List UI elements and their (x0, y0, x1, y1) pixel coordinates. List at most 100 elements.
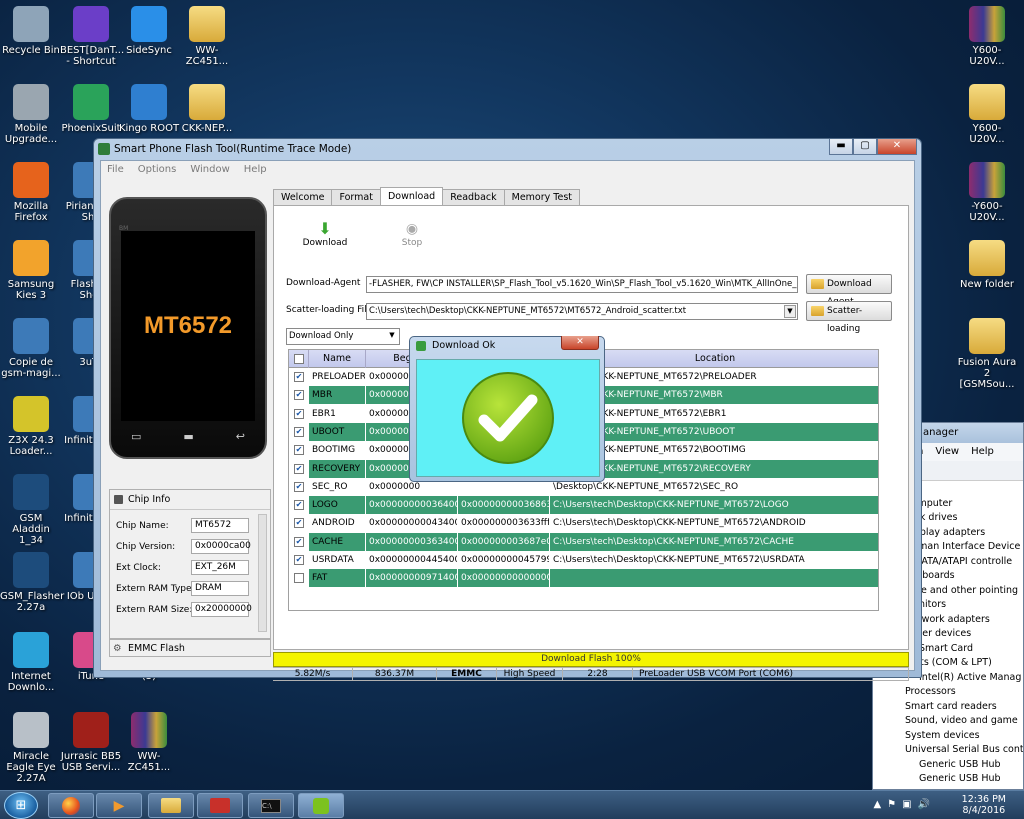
desktop-icon[interactable]: BEST[DanT... - Shortcut (60, 6, 124, 67)
table-row[interactable]: ✔ ANDROID0x00000000043400000x000000003633… (289, 514, 878, 533)
row-checkbox-cell[interactable]: ✔ (289, 404, 309, 423)
device-tree-item[interactable]: Processors (891, 685, 1023, 700)
table-row[interactable]: ✔ LOGO0x00000000036400000x000000000368639… (289, 496, 878, 515)
checkbox[interactable]: ✔ (294, 481, 304, 492)
download-agent-field[interactable]: -FLASHER, FW\CP INSTALLER\SP_Flash_Tool_… (366, 276, 798, 293)
tab-memory-test[interactable]: Memory Test (503, 189, 581, 205)
checkbox[interactable]: ✔ (294, 463, 304, 474)
checkbox[interactable]: ✔ (294, 390, 304, 401)
row-checkbox-cell[interactable]: ✔ (289, 368, 309, 386)
desktop-icon[interactable]: GSM_Flasher 2.27a (0, 552, 64, 613)
maximize-button[interactable]: ▢ (853, 139, 877, 155)
system-clock[interactable]: 12:36 PM 8/4/2016 (962, 794, 1006, 816)
dm-menu-item[interactable]: Help (971, 443, 994, 461)
desktop-icon[interactable]: Mozilla Firefox (0, 162, 62, 223)
checkbox[interactable]: ✔ (294, 372, 304, 382)
desktop-icon[interactable]: -Y600-U20V... (956, 162, 1018, 223)
desktop-icon[interactable]: Kingo ROOT (118, 84, 180, 134)
desktop-icon[interactable]: Y600-U20V... (956, 84, 1018, 145)
tab-format[interactable]: Format (331, 189, 381, 205)
checkbox[interactable]: ✔ (294, 500, 304, 511)
desktop-icon[interactable]: WW-ZC451... (176, 6, 238, 67)
desktop-icon[interactable]: WW-ZC451... (118, 712, 180, 773)
cell-end: 0x0000000000000000 (458, 569, 550, 588)
taskbar-toolbox[interactable] (197, 793, 243, 818)
start-button[interactable]: ⊞ (4, 792, 38, 819)
window-titlebar[interactable]: Smart Phone Flash Tool(Runtime Trace Mod… (94, 139, 921, 159)
device-tree-item[interactable]: Generic USB Hub (891, 772, 1023, 787)
taskbar-firefox[interactable] (48, 793, 94, 818)
menu-help[interactable]: Help (244, 161, 267, 178)
desktop-icon[interactable]: PhoenixSuit (60, 84, 122, 134)
desktop-icon[interactable]: Miracle Eagle Eye 2.27A (0, 712, 62, 784)
download-ok-dialog[interactable]: Download Ok ✕ (409, 336, 605, 482)
device-tree-item[interactable]: Universal Serial Bus cont (891, 743, 1023, 758)
download-tool-button[interactable]: ⬇ Download (302, 220, 348, 249)
checkbox[interactable]: ✔ (294, 408, 304, 419)
taskbar-flash-tool[interactable] (298, 793, 344, 818)
table-row[interactable]: ✔ USRDATA0x00000000445400000x000000000457… (289, 551, 878, 569)
dropdown-arrow-icon[interactable]: ▼ (784, 305, 796, 318)
menu-options[interactable]: Options (138, 161, 177, 178)
desktop-icon[interactable]: GSM Aladdin 1_34 (0, 474, 62, 546)
taskbar-cmd[interactable]: C:\ (248, 793, 294, 818)
mode-select[interactable]: Download Only ▼ (286, 328, 400, 345)
desktop-icon[interactable]: Internet Downlo... (0, 632, 62, 693)
row-checkbox-cell[interactable] (289, 569, 309, 588)
tab-readback[interactable]: Readback (442, 189, 505, 205)
row-checkbox-cell[interactable]: ✔ (289, 514, 309, 533)
row-checkbox-cell[interactable]: ✔ (289, 459, 309, 478)
desktop-icon[interactable]: Mobile Upgrade... (0, 84, 62, 145)
desktop-icon[interactable]: Recycle Bin (0, 6, 62, 56)
row-checkbox-cell[interactable]: ✔ (289, 551, 309, 569)
desktop-icon[interactable]: Samsung Kies 3 (0, 240, 62, 301)
row-checkbox-cell[interactable]: ✔ (289, 496, 309, 515)
close-button[interactable]: ✕ (877, 139, 917, 155)
device-tree-item[interactable]: Generic USB Hub (891, 758, 1023, 773)
tab-welcome[interactable]: Welcome (273, 189, 333, 205)
dialog-titlebar[interactable]: Download Ok ✕ (410, 336, 604, 355)
desktop-icon[interactable]: New folder (956, 240, 1018, 290)
checkbox[interactable]: ✔ (294, 426, 304, 437)
scatter-file-field[interactable]: C:\Users\tech\Desktop\CKK-NEPTUNE_MT6572… (366, 303, 798, 320)
device-tree-item[interactable]: Sound, video and game (891, 714, 1023, 729)
tab-download[interactable]: Download (379, 187, 444, 205)
row-checkbox-cell[interactable]: ✔ (289, 441, 309, 460)
device-tree-item[interactable]: System devices (891, 729, 1023, 744)
chevron-down-icon[interactable]: ▼ (386, 330, 398, 343)
scatter-loading-button[interactable]: Scatter-loading (806, 301, 892, 334)
table-row[interactable]: FAT0x00000000971400000x0000000000000000 (289, 569, 878, 588)
checkbox[interactable]: ✔ (294, 445, 304, 456)
taskbar-explorer[interactable] (148, 793, 194, 818)
checkbox[interactable]: ✔ (294, 536, 304, 547)
row-checkbox-cell[interactable]: ✔ (289, 422, 309, 441)
dialog-close-button[interactable]: ✕ (561, 336, 599, 350)
checkbox[interactable] (294, 573, 304, 584)
stop-tool-button[interactable]: ◉ Stop (392, 220, 432, 248)
chip-info-scrollbar[interactable] (258, 514, 267, 632)
desktop-icon[interactable]: SideSync (118, 6, 180, 56)
checkbox[interactable]: ✔ (294, 518, 304, 529)
desktop-icon[interactable]: Copie de gsm-magi... (0, 318, 62, 379)
desktop-icon[interactable]: Y600-U20V... (956, 6, 1018, 67)
minimize-button[interactable]: ▬ (829, 139, 853, 155)
col-name[interactable]: Name (309, 350, 366, 368)
desktop-icon[interactable]: Jurrasic BB5 USB Servi... (60, 712, 122, 773)
dm-menu-item[interactable]: View (935, 443, 959, 461)
menu-window[interactable]: Window (190, 161, 229, 178)
row-checkbox-cell[interactable]: ✔ (289, 532, 309, 551)
desktop-icon[interactable]: Z3X 24.3 Loader... (0, 396, 62, 457)
download-agent-button[interactable]: Download Agent (806, 274, 892, 307)
desktop-icon[interactable]: CKK-NEP... (176, 84, 238, 134)
checkbox-icon[interactable] (294, 354, 304, 364)
table-row[interactable]: ✔ CACHE0x00000000363400000x000000003687e0… (289, 532, 878, 551)
desktop-icon[interactable]: Fusion Aura 2 [GSMSou... (956, 318, 1018, 390)
chip-info-label: Chip Version: (116, 542, 176, 552)
menu-file[interactable]: File (107, 161, 124, 178)
checkbox[interactable]: ✔ (294, 555, 304, 565)
select-all-header[interactable] (289, 350, 309, 368)
taskbar-media-player[interactable]: ▶ (96, 793, 142, 818)
device-tree-item[interactable]: Smart card readers (891, 700, 1023, 715)
row-checkbox-cell[interactable]: ✔ (289, 386, 309, 405)
row-checkbox-cell[interactable]: ✔ (289, 477, 309, 496)
